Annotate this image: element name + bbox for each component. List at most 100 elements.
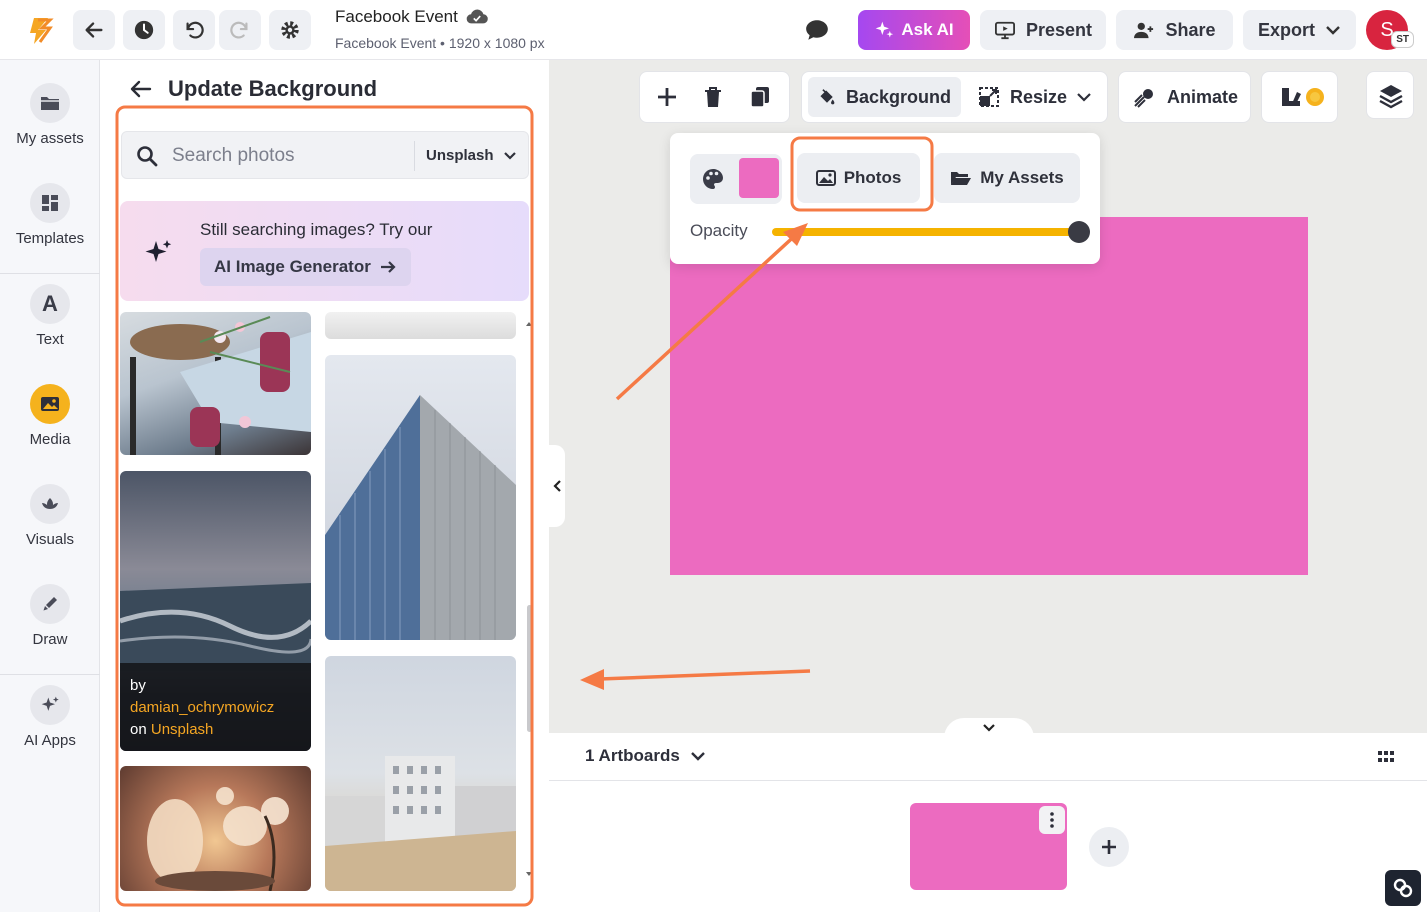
- export-button[interactable]: Export: [1243, 10, 1356, 50]
- collapse-artboards-button[interactable]: [944, 718, 1034, 738]
- artboards-dropdown[interactable]: 1 Artboards: [585, 746, 706, 766]
- artboards-count-label: 1 Artboards: [585, 746, 680, 765]
- undo-button[interactable]: [173, 10, 215, 50]
- duplicate-button[interactable]: [742, 77, 778, 117]
- photo-thumbnail-city[interactable]: [325, 656, 516, 891]
- cloud-saved-icon: [466, 9, 488, 24]
- opacity-slider-track[interactable]: [772, 228, 1080, 236]
- present-button[interactable]: Present: [980, 10, 1106, 50]
- photo-search-box[interactable]: Search photos Unsplash: [121, 131, 529, 179]
- rail-label-text: Text: [36, 331, 64, 348]
- document-subtitle: Facebook Event • 1920 x 1080 px: [335, 35, 545, 51]
- photo-city-image: [325, 756, 516, 891]
- rail-item-ai-apps[interactable]: AI Apps: [0, 685, 100, 749]
- export-label: Export: [1257, 19, 1315, 40]
- panel-header: Update Background: [130, 76, 377, 102]
- photo-thumbnail-interior[interactable]: [120, 766, 311, 891]
- back-arrow-icon[interactable]: [130, 80, 152, 98]
- history-button[interactable]: [123, 10, 165, 50]
- photo-thumbnail-partial[interactable]: [325, 312, 516, 339]
- rail-item-templates[interactable]: Templates: [0, 183, 100, 247]
- animate-button[interactable]: Animate: [1123, 77, 1248, 117]
- rail-label-draw: Draw: [32, 631, 68, 648]
- credit-source-link[interactable]: Unsplash: [151, 721, 214, 738]
- grid-view-icon[interactable]: [1378, 751, 1394, 763]
- animate-toolgroup: Animate: [1118, 71, 1251, 123]
- more-vertical-icon: [1050, 812, 1054, 828]
- credit-author-link[interactable]: damian_ochrymowicz: [130, 697, 301, 719]
- photo-credit: by damian_ochrymowicz on Unsplash: [120, 663, 311, 751]
- resize-button[interactable]: Resize: [970, 77, 1099, 117]
- add-button[interactable]: [648, 77, 686, 117]
- share-label: Share: [1165, 19, 1216, 40]
- rail-divider: [0, 674, 100, 675]
- arrow-left-icon: [85, 22, 103, 38]
- ai-image-generator-button[interactable]: AI Image Generator: [200, 248, 411, 286]
- photo-thumbnail-flowers[interactable]: [120, 312, 311, 455]
- redo-button[interactable]: [219, 10, 261, 50]
- rail-item-draw[interactable]: Draw: [0, 584, 100, 648]
- collapse-panel-button[interactable]: [549, 445, 565, 527]
- color-picker-button[interactable]: [690, 154, 782, 204]
- layers-icon: [1379, 85, 1403, 109]
- rail-item-text[interactable]: A Text: [0, 284, 100, 348]
- animate-label: Animate: [1167, 86, 1239, 107]
- opacity-label: Opacity: [690, 221, 748, 240]
- rail-item-media[interactable]: Media: [0, 384, 100, 448]
- chevron-down-icon: [503, 151, 516, 160]
- brand-toolgroup: [1261, 71, 1338, 123]
- plus-icon: [658, 88, 676, 106]
- brand-kit-icon: [1282, 88, 1324, 106]
- corner-widget[interactable]: [1385, 870, 1421, 906]
- photo-building-image: [325, 395, 516, 640]
- layers-button[interactable]: [1366, 71, 1414, 119]
- rail-item-visuals[interactable]: Visuals: [0, 484, 100, 548]
- opacity-slider-handle[interactable]: [1068, 221, 1090, 243]
- templates-icon: [30, 183, 70, 223]
- user-avatar[interactable]: S ST: [1366, 10, 1414, 50]
- chevron-down-icon: [1077, 93, 1091, 102]
- add-artboard-button[interactable]: [1089, 827, 1129, 867]
- photos-tab-label: Photos: [843, 168, 902, 187]
- document-title[interactable]: Facebook Event: [335, 7, 488, 27]
- animate-icon: [1134, 89, 1153, 108]
- artboard-canvas[interactable]: [670, 217, 1308, 575]
- resize-icon: [979, 87, 999, 107]
- share-button[interactable]: Share: [1116, 10, 1233, 50]
- source-dropdown[interactable]: Unsplash: [426, 147, 516, 164]
- settings-button[interactable]: [269, 10, 311, 50]
- photo-thumbnail-sea[interactable]: by damian_ochrymowicz on Unsplash: [120, 471, 311, 751]
- redo-icon: [230, 21, 248, 39]
- photo-thumbnail-building[interactable]: [325, 355, 516, 640]
- delete-button[interactable]: [695, 77, 731, 117]
- edit-toolgroup: [639, 71, 790, 123]
- panel-scrollbar-track[interactable]: [525, 318, 532, 880]
- photos-tab[interactable]: Photos: [797, 153, 920, 203]
- ask-ai-label: Ask AI: [901, 20, 954, 39]
- comment-icon[interactable]: [804, 17, 830, 43]
- artboard-menu-button[interactable]: [1039, 806, 1065, 834]
- copy-icon: [750, 87, 769, 108]
- color-swatch[interactable]: [739, 158, 779, 198]
- search-divider: [414, 141, 415, 171]
- background-button[interactable]: Background: [808, 77, 961, 117]
- chevron-left-icon: [553, 480, 561, 492]
- app-logo-icon[interactable]: [24, 14, 58, 48]
- plus-icon: [1102, 840, 1116, 854]
- search-input[interactable]: Search photos: [172, 145, 295, 167]
- document-title-text[interactable]: Facebook Event: [335, 7, 458, 27]
- ask-ai-button[interactable]: Ask AI: [858, 10, 970, 50]
- rail-item-my-assets[interactable]: My assets: [0, 83, 100, 147]
- rail-label-my-assets: My assets: [16, 130, 84, 147]
- my-assets-tab[interactable]: My Assets: [934, 153, 1080, 203]
- sparkle-icon: [145, 240, 172, 262]
- chevron-down-icon: [690, 752, 705, 761]
- panel-scrollbar-thumb[interactable]: [527, 605, 532, 732]
- present-label: Present: [1025, 19, 1093, 40]
- visuals-icon: [30, 484, 70, 524]
- scroll-arrows-icon: [526, 322, 532, 876]
- present-icon: [994, 21, 1015, 40]
- rail-label-ai-apps: AI Apps: [24, 732, 76, 749]
- back-button[interactable]: [73, 10, 115, 50]
- brand-kit-button[interactable]: [1270, 77, 1336, 117]
